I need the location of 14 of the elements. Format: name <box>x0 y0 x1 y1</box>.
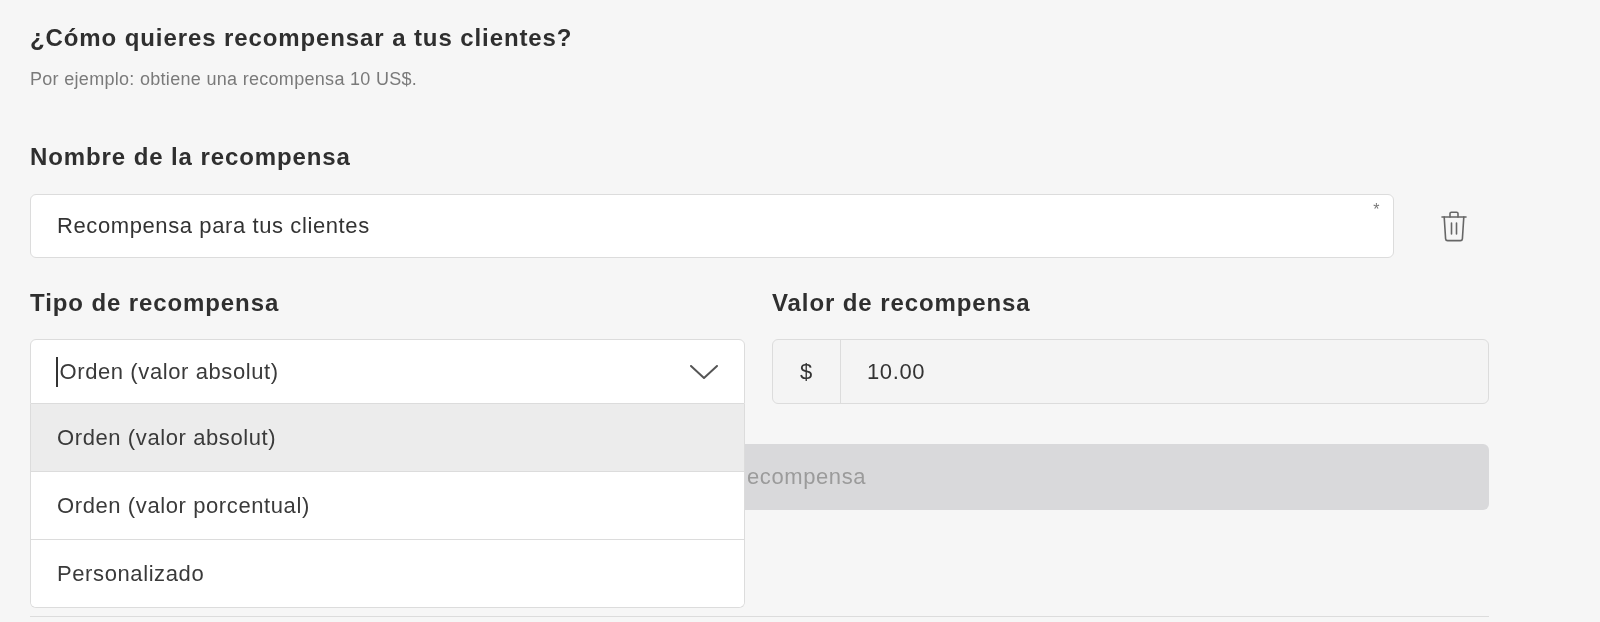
section-title: ¿Cómo quieres recompensar a tus clientes? <box>30 23 573 53</box>
field-label: Tipo de recompensa <box>30 288 280 318</box>
trash-icon[interactable] <box>1441 210 1467 242</box>
reward-value-field[interactable]: $ 10.00 <box>772 339 1489 404</box>
reward-name-field[interactable]: Recompensa para tus clientes * <box>30 194 1394 258</box>
chevron-down-icon <box>690 364 718 379</box>
section-description: Por ejemplo: obtiene una recompensa 10 US$. <box>30 68 418 90</box>
field-label: Valor de recompensa <box>772 288 1031 318</box>
currency-prefix: $ <box>773 340 841 403</box>
reward-type-select[interactable]: Orden (valor absolut) <box>30 339 745 404</box>
dropdown-option[interactable]: Personalizado <box>31 539 744 607</box>
required-mark: * <box>1373 202 1380 218</box>
field-label: Nombre de la recompensa <box>30 142 351 172</box>
dropdown-option[interactable]: Orden (valor absolut) <box>31 404 744 471</box>
